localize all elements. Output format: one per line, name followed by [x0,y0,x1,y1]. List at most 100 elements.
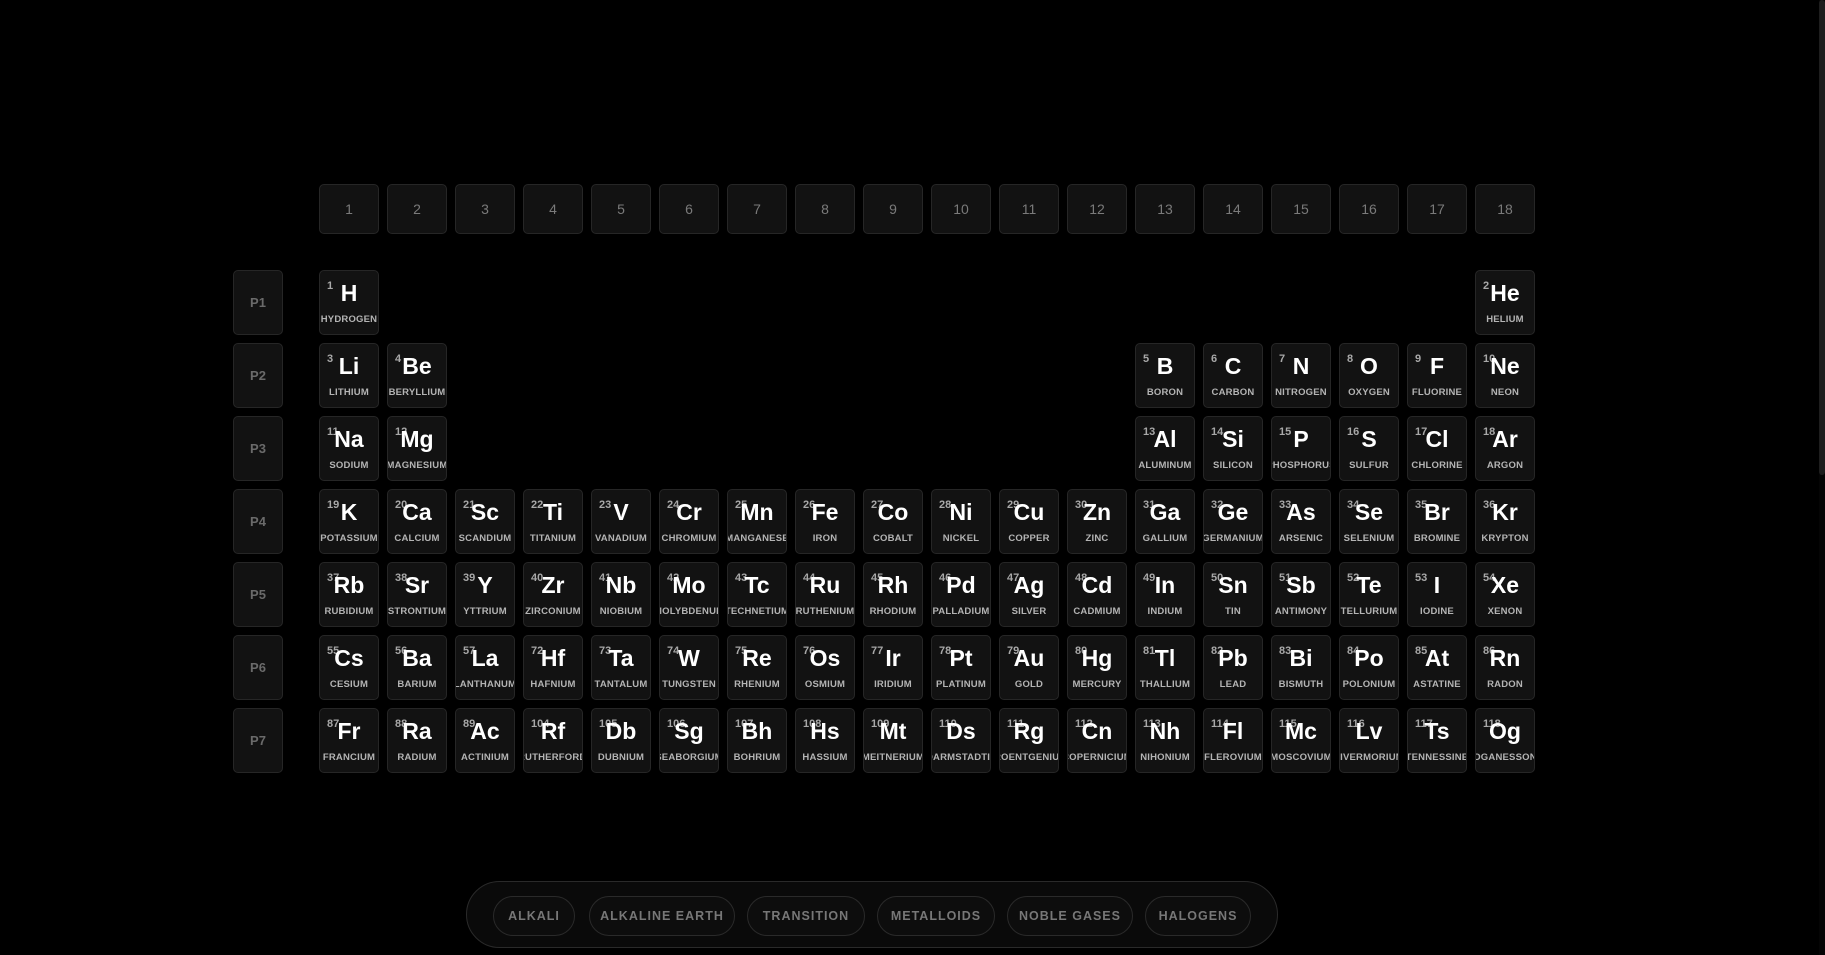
period-header-p6[interactable]: P6 [233,635,283,700]
element-tile-ga[interactable]: 31 Ga GALLIUM [1135,489,1195,554]
group-header-18[interactable]: 18 [1475,184,1535,234]
group-header-1[interactable]: 1 [319,184,379,234]
element-tile-cn[interactable]: 112CnCOPERNICIUM [1067,708,1127,773]
element-tile-he[interactable]: 2 He HELIUM [1475,270,1535,335]
element-tile-bi[interactable]: 83 Bi BISMUTH [1271,635,1331,700]
element-tile-fl[interactable]: 114 Fl FLEROVIUM [1203,708,1263,773]
period-header-p4[interactable]: P4 [233,489,283,554]
element-tile-h[interactable]: 1 H HYDROGEN [319,270,379,335]
element-tile-w[interactable]: 74 W TUNGSTEN [659,635,719,700]
element-tile-na[interactable]: 11 Na SODIUM [319,416,379,481]
element-tile-sg[interactable]: 106SgSEABORGIUM [659,708,719,773]
period-header-p5[interactable]: P5 [233,562,283,627]
element-tile-at[interactable]: 85 At ASTATINE [1407,635,1467,700]
element-tile-ca[interactable]: 20 Ca CALCIUM [387,489,447,554]
period-header-p2[interactable]: P2 [233,343,283,408]
element-tile-cu[interactable]: 29 Cu COPPER [999,489,1059,554]
element-tile-pt[interactable]: 78 Pt PLATINUM [931,635,991,700]
element-tile-in[interactable]: 49 In INDIUM [1135,562,1195,627]
group-header-15[interactable]: 15 [1271,184,1331,234]
period-header-p7[interactable]: P7 [233,708,283,773]
element-tile-ac[interactable]: 89 Ac ACTINIUM [455,708,515,773]
element-tile-rb[interactable]: 37 Rb RUBIDIUM [319,562,379,627]
element-tile-te[interactable]: 52 Te TELLURIUM [1339,562,1399,627]
group-header-4[interactable]: 4 [523,184,583,234]
element-tile-mg[interactable]: 12 Mg MAGNESIUM [387,416,447,481]
element-tile-rf[interactable]: 104RfRUTHERFORDIUM [523,708,583,773]
element-tile-ne[interactable]: 10 Ne NEON [1475,343,1535,408]
group-header-16[interactable]: 16 [1339,184,1399,234]
group-header-3[interactable]: 3 [455,184,515,234]
element-tile-b[interactable]: 5 B BORON [1135,343,1195,408]
element-tile-mn[interactable]: 25 Mn MANGANESE [727,489,787,554]
element-tile-co[interactable]: 27 Co COBALT [863,489,923,554]
element-tile-cd[interactable]: 48 Cd CADMIUM [1067,562,1127,627]
element-tile-zn[interactable]: 30 Zn ZINC [1067,489,1127,554]
element-tile-y[interactable]: 39 Y YTTRIUM [455,562,515,627]
element-tile-ra[interactable]: 88 Ra RADIUM [387,708,447,773]
element-tile-cr[interactable]: 24 Cr CHROMIUM [659,489,719,554]
element-tile-po[interactable]: 84 Po POLONIUM [1339,635,1399,700]
element-tile-nh[interactable]: 113 Nh NIHONIUM [1135,708,1195,773]
element-tile-tl[interactable]: 81 Tl THALLIUM [1135,635,1195,700]
filter-halogens-button[interactable]: HALOGENS [1145,896,1251,936]
group-header-9[interactable]: 9 [863,184,923,234]
element-tile-pd[interactable]: 46 Pd PALLADIUM [931,562,991,627]
element-tile-cs[interactable]: 55 Cs CESIUM [319,635,379,700]
element-tile-ds[interactable]: 110DsDARMSTADTIUM [931,708,991,773]
group-header-14[interactable]: 14 [1203,184,1263,234]
element-tile-hg[interactable]: 80 Hg MERCURY [1067,635,1127,700]
group-header-7[interactable]: 7 [727,184,787,234]
element-tile-sr[interactable]: 38 Sr STRONTIUM [387,562,447,627]
element-tile-fe[interactable]: 26 Fe IRON [795,489,855,554]
element-tile-sn[interactable]: 50 Sn TIN [1203,562,1263,627]
filter-alkali-button[interactable]: ALKALI [493,896,575,936]
element-tile-ru[interactable]: 44 Ru RUTHENIUM [795,562,855,627]
group-header-12[interactable]: 12 [1067,184,1127,234]
element-tile-cl[interactable]: 17 Cl CHLORINE [1407,416,1467,481]
element-tile-o[interactable]: 8 O OXYGEN [1339,343,1399,408]
element-tile-c[interactable]: 6 C CARBON [1203,343,1263,408]
element-tile-p[interactable]: 15PPHOSPHORUS [1271,416,1331,481]
element-tile-ba[interactable]: 56 Ba BARIUM [387,635,447,700]
element-tile-n[interactable]: 7 N NITROGEN [1271,343,1331,408]
group-header-2[interactable]: 2 [387,184,447,234]
element-tile-bh[interactable]: 107 Bh BOHRIUM [727,708,787,773]
element-tile-la[interactable]: 57 La LANTHANUM [455,635,515,700]
element-tile-os[interactable]: 76 Os OSMIUM [795,635,855,700]
element-tile-lv[interactable]: 116LvLIVERMORIUM [1339,708,1399,773]
group-header-10[interactable]: 10 [931,184,991,234]
element-tile-ir[interactable]: 77 Ir IRIDIUM [863,635,923,700]
element-tile-hf[interactable]: 72 Hf HAFNIUM [523,635,583,700]
element-tile-ti[interactable]: 22 Ti TITANIUM [523,489,583,554]
element-tile-zr[interactable]: 40 Zr ZIRCONIUM [523,562,583,627]
element-tile-sb[interactable]: 51 Sb ANTIMONY [1271,562,1331,627]
element-tile-s[interactable]: 16 S SULFUR [1339,416,1399,481]
element-tile-ag[interactable]: 47 Ag SILVER [999,562,1059,627]
element-tile-k[interactable]: 19 K POTASSIUM [319,489,379,554]
element-tile-re[interactable]: 75 Re RHENIUM [727,635,787,700]
element-tile-db[interactable]: 105 Db DUBNIUM [591,708,651,773]
element-tile-br[interactable]: 35 Br BROMINE [1407,489,1467,554]
element-tile-og[interactable]: 118 Og OGANESSON [1475,708,1535,773]
element-tile-sc[interactable]: 21 Sc SCANDIUM [455,489,515,554]
filter-transition-button[interactable]: TRANSITION [747,896,865,936]
element-tile-fr[interactable]: 87 Fr FRANCIUM [319,708,379,773]
element-tile-au[interactable]: 79 Au GOLD [999,635,1059,700]
scrollbar-thumb[interactable] [1819,0,1825,475]
element-tile-se[interactable]: 34 Se SELENIUM [1339,489,1399,554]
element-tile-al[interactable]: 13 Al ALUMINUM [1135,416,1195,481]
element-tile-mt[interactable]: 109 Mt MEITNERIUM [863,708,923,773]
element-tile-ni[interactable]: 28 Ni NICKEL [931,489,991,554]
group-header-8[interactable]: 8 [795,184,855,234]
element-tile-rn[interactable]: 86 Rn RADON [1475,635,1535,700]
element-tile-rh[interactable]: 45 Rh RHODIUM [863,562,923,627]
group-header-5[interactable]: 5 [591,184,651,234]
element-tile-li[interactable]: 3 Li LITHIUM [319,343,379,408]
element-tile-kr[interactable]: 36 Kr KRYPTON [1475,489,1535,554]
group-header-13[interactable]: 13 [1135,184,1195,234]
filter-metalloids-button[interactable]: METALLOIDS [877,896,995,936]
element-tile-ts[interactable]: 117 Ts TENNESSINE [1407,708,1467,773]
group-header-11[interactable]: 11 [999,184,1059,234]
element-tile-v[interactable]: 23 V VANADIUM [591,489,651,554]
